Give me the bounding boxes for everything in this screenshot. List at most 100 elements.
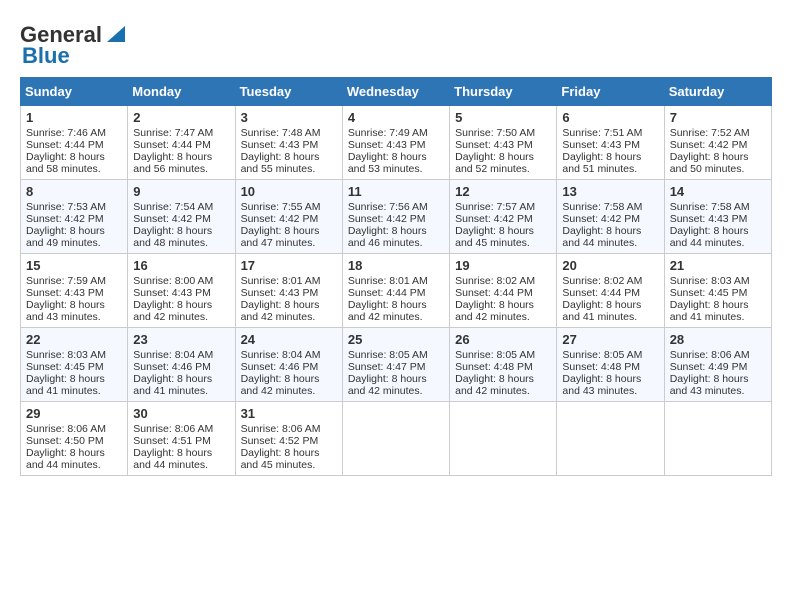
sunset-text: Sunset: 4:42 PM — [455, 213, 533, 225]
calendar-cell: 30Sunrise: 8:06 AMSunset: 4:51 PMDayligh… — [128, 402, 235, 476]
calendar-cell: 13Sunrise: 7:58 AMSunset: 4:42 PMDayligh… — [557, 180, 664, 254]
daylight-text: Daylight: 8 hours and 43 minutes. — [562, 373, 641, 397]
daylight-text: Daylight: 8 hours and 41 minutes. — [670, 299, 749, 323]
sunset-text: Sunset: 4:42 PM — [670, 139, 748, 151]
sunset-text: Sunset: 4:52 PM — [241, 435, 319, 447]
day-number: 20 — [562, 258, 658, 273]
logo-blue: Blue — [20, 43, 70, 69]
day-number: 22 — [26, 332, 122, 347]
calendar-cell: 26Sunrise: 8:05 AMSunset: 4:48 PMDayligh… — [450, 328, 557, 402]
calendar-cell: 8Sunrise: 7:53 AMSunset: 4:42 PMDaylight… — [21, 180, 128, 254]
sunrise-text: Sunrise: 8:05 AM — [455, 349, 535, 361]
daylight-text: Daylight: 8 hours and 51 minutes. — [562, 151, 641, 175]
day-number: 23 — [133, 332, 229, 347]
calendar-cell: 20Sunrise: 8:02 AMSunset: 4:44 PMDayligh… — [557, 254, 664, 328]
daylight-text: Daylight: 8 hours and 43 minutes. — [26, 299, 105, 323]
calendar-cell — [342, 402, 449, 476]
daylight-text: Daylight: 8 hours and 42 minutes. — [348, 373, 427, 397]
daylight-text: Daylight: 8 hours and 45 minutes. — [455, 225, 534, 249]
sunset-text: Sunset: 4:42 PM — [26, 213, 104, 225]
sunrise-text: Sunrise: 7:56 AM — [348, 201, 428, 213]
sunset-text: Sunset: 4:43 PM — [133, 287, 211, 299]
sunrise-text: Sunrise: 7:47 AM — [133, 127, 213, 139]
daylight-text: Daylight: 8 hours and 44 minutes. — [26, 447, 105, 471]
logo: General Blue — [20, 20, 127, 69]
sunset-text: Sunset: 4:48 PM — [455, 361, 533, 373]
sunrise-text: Sunrise: 8:05 AM — [562, 349, 642, 361]
sunrise-text: Sunrise: 7:58 AM — [670, 201, 750, 213]
calendar-cell: 24Sunrise: 8:04 AMSunset: 4:46 PMDayligh… — [235, 328, 342, 402]
daylight-text: Daylight: 8 hours and 42 minutes. — [241, 373, 320, 397]
sunrise-text: Sunrise: 7:59 AM — [26, 275, 106, 287]
daylight-text: Daylight: 8 hours and 52 minutes. — [455, 151, 534, 175]
column-header-wednesday: Wednesday — [342, 78, 449, 106]
day-number: 30 — [133, 406, 229, 421]
daylight-text: Daylight: 8 hours and 55 minutes. — [241, 151, 320, 175]
column-header-saturday: Saturday — [664, 78, 771, 106]
calendar-week-2: 8Sunrise: 7:53 AMSunset: 4:42 PMDaylight… — [21, 180, 772, 254]
calendar-cell: 17Sunrise: 8:01 AMSunset: 4:43 PMDayligh… — [235, 254, 342, 328]
column-header-thursday: Thursday — [450, 78, 557, 106]
sunrise-text: Sunrise: 8:03 AM — [670, 275, 750, 287]
daylight-text: Daylight: 8 hours and 44 minutes. — [670, 225, 749, 249]
calendar-cell: 27Sunrise: 8:05 AMSunset: 4:48 PMDayligh… — [557, 328, 664, 402]
sunrise-text: Sunrise: 7:49 AM — [348, 127, 428, 139]
sunset-text: Sunset: 4:42 PM — [348, 213, 426, 225]
daylight-text: Daylight: 8 hours and 44 minutes. — [133, 447, 212, 471]
calendar-cell: 18Sunrise: 8:01 AMSunset: 4:44 PMDayligh… — [342, 254, 449, 328]
calendar-cell: 14Sunrise: 7:58 AMSunset: 4:43 PMDayligh… — [664, 180, 771, 254]
day-number: 7 — [670, 110, 766, 125]
sunrise-text: Sunrise: 7:51 AM — [562, 127, 642, 139]
calendar-table: SundayMondayTuesdayWednesdayThursdayFrid… — [20, 77, 772, 476]
calendar-cell: 11Sunrise: 7:56 AMSunset: 4:42 PMDayligh… — [342, 180, 449, 254]
day-number: 1 — [26, 110, 122, 125]
sunrise-text: Sunrise: 8:01 AM — [241, 275, 321, 287]
calendar-cell: 2Sunrise: 7:47 AMSunset: 4:44 PMDaylight… — [128, 106, 235, 180]
calendar-cell: 16Sunrise: 8:00 AMSunset: 4:43 PMDayligh… — [128, 254, 235, 328]
sunset-text: Sunset: 4:43 PM — [26, 287, 104, 299]
calendar-cell: 12Sunrise: 7:57 AMSunset: 4:42 PMDayligh… — [450, 180, 557, 254]
calendar-cell: 22Sunrise: 8:03 AMSunset: 4:45 PMDayligh… — [21, 328, 128, 402]
day-number: 13 — [562, 184, 658, 199]
sunset-text: Sunset: 4:44 PM — [133, 139, 211, 151]
sunset-text: Sunset: 4:43 PM — [348, 139, 426, 151]
sunset-text: Sunset: 4:42 PM — [562, 213, 640, 225]
day-number: 28 — [670, 332, 766, 347]
calendar-week-5: 29Sunrise: 8:06 AMSunset: 4:50 PMDayligh… — [21, 402, 772, 476]
day-number: 6 — [562, 110, 658, 125]
sunrise-text: Sunrise: 8:00 AM — [133, 275, 213, 287]
daylight-text: Daylight: 8 hours and 50 minutes. — [670, 151, 749, 175]
daylight-text: Daylight: 8 hours and 56 minutes. — [133, 151, 212, 175]
sunrise-text: Sunrise: 7:55 AM — [241, 201, 321, 213]
sunset-text: Sunset: 4:42 PM — [241, 213, 319, 225]
calendar-cell — [557, 402, 664, 476]
daylight-text: Daylight: 8 hours and 43 minutes. — [670, 373, 749, 397]
sunset-text: Sunset: 4:43 PM — [241, 287, 319, 299]
sunrise-text: Sunrise: 8:04 AM — [241, 349, 321, 361]
sunset-text: Sunset: 4:43 PM — [670, 213, 748, 225]
sunset-text: Sunset: 4:47 PM — [348, 361, 426, 373]
calendar-cell: 29Sunrise: 8:06 AMSunset: 4:50 PMDayligh… — [21, 402, 128, 476]
sunrise-text: Sunrise: 8:01 AM — [348, 275, 428, 287]
sunrise-text: Sunrise: 8:06 AM — [241, 423, 321, 435]
sunset-text: Sunset: 4:42 PM — [133, 213, 211, 225]
day-number: 31 — [241, 406, 337, 421]
sunset-text: Sunset: 4:43 PM — [241, 139, 319, 151]
sunset-text: Sunset: 4:45 PM — [670, 287, 748, 299]
daylight-text: Daylight: 8 hours and 45 minutes. — [241, 447, 320, 471]
calendar-cell: 28Sunrise: 8:06 AMSunset: 4:49 PMDayligh… — [664, 328, 771, 402]
page-header: General Blue — [20, 20, 772, 69]
calendar-cell: 5Sunrise: 7:50 AMSunset: 4:43 PMDaylight… — [450, 106, 557, 180]
daylight-text: Daylight: 8 hours and 41 minutes. — [562, 299, 641, 323]
day-number: 19 — [455, 258, 551, 273]
day-number: 25 — [348, 332, 444, 347]
sunset-text: Sunset: 4:46 PM — [133, 361, 211, 373]
sunset-text: Sunset: 4:46 PM — [241, 361, 319, 373]
calendar-cell: 7Sunrise: 7:52 AMSunset: 4:42 PMDaylight… — [664, 106, 771, 180]
sunrise-text: Sunrise: 7:50 AM — [455, 127, 535, 139]
daylight-text: Daylight: 8 hours and 42 minutes. — [455, 373, 534, 397]
day-number: 21 — [670, 258, 766, 273]
daylight-text: Daylight: 8 hours and 42 minutes. — [455, 299, 534, 323]
sunrise-text: Sunrise: 8:05 AM — [348, 349, 428, 361]
daylight-text: Daylight: 8 hours and 42 minutes. — [133, 299, 212, 323]
